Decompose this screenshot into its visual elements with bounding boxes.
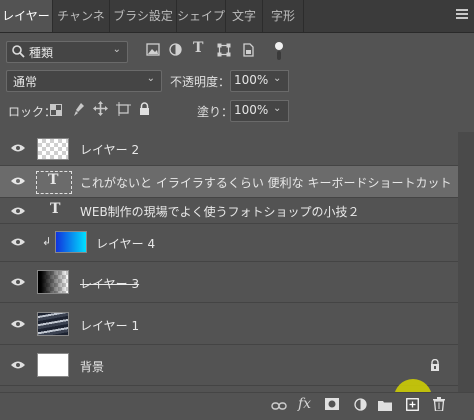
trash-icon[interactable] — [433, 397, 445, 415]
layer-thumbnail — [37, 312, 69, 336]
fx-icon[interactable]: fx — [298, 396, 311, 412]
new-layer-icon[interactable] — [406, 398, 419, 415]
visibility-eye-icon[interactable] — [11, 278, 25, 286]
fill-dropdown[interactable]: ⌄ — [268, 100, 289, 122]
lock-brush-icon[interactable] — [73, 102, 85, 120]
visibility-eye-icon[interactable] — [11, 320, 25, 328]
layer-name[interactable]: レイヤー 4 — [96, 235, 155, 252]
layer-name[interactable]: これがないと イライラするくらい 便利な キーボードショートカット — [80, 174, 451, 191]
visibility-eye-icon[interactable] — [11, 207, 25, 215]
lock-label: ロック： — [8, 105, 57, 119]
tab-shapes[interactable]: シェイプ — [177, 0, 226, 32]
layer-thumbnail — [37, 353, 69, 377]
layers-bottom-toolbar: fx — [0, 392, 474, 420]
tab-character[interactable]: 文字 — [226, 0, 263, 32]
filter-kind-value: 種類 — [29, 46, 54, 60]
clipping-mask-icon: ↲ — [42, 235, 52, 248]
filter-kind-select[interactable]: 種類 ⌄ — [6, 41, 128, 63]
layer-thumbnail — [37, 270, 69, 294]
layer-row-background[interactable]: 背景 — [0, 345, 458, 386]
layer-row-layer4[interactable]: ↲ レイヤー 4 — [0, 224, 458, 262]
lock-all-icon[interactable] — [139, 102, 150, 118]
shape-filter-icon[interactable] — [217, 43, 231, 61]
lock-transparent-icon[interactable] — [50, 104, 62, 119]
visibility-eye-icon[interactable] — [11, 144, 25, 152]
visibility-eye-icon[interactable] — [11, 177, 25, 185]
group-icon[interactable] — [378, 399, 392, 415]
layers-list: レイヤー 2 T これがないと イライラするくらい 便利な キーボードショートカ… — [0, 132, 458, 392]
layer-name[interactable]: レイヤー 2 — [80, 141, 139, 158]
layer-thumbnail — [37, 138, 69, 160]
blend-mode-value: 通常 — [13, 75, 38, 89]
lock-move-icon[interactable] — [93, 101, 108, 119]
image-filter-icon[interactable] — [146, 43, 160, 60]
panel-menu-icon[interactable] — [456, 9, 468, 21]
fill-label: 塗り： — [197, 105, 234, 119]
layer-row-layer1[interactable]: レイヤー 1 — [0, 303, 458, 345]
tab-channels[interactable]: チャンネル — [53, 0, 110, 55]
type-icon: T — [50, 201, 61, 217]
fill-input[interactable]: 100% — [230, 100, 270, 122]
blend-mode-select[interactable]: 通常 ⌄ — [6, 70, 162, 92]
chevron-down-icon: ⌄ — [146, 73, 155, 84]
smart-object-filter-icon[interactable] — [242, 43, 255, 61]
adjustment-filter-icon[interactable] — [169, 43, 182, 60]
layer-name[interactable]: レイヤー 3 — [80, 275, 139, 292]
tab-brush-settings[interactable]: ブラシ設定 — [110, 0, 177, 32]
layer-row-layer3[interactable]: レイヤー 3 — [0, 262, 458, 303]
adjustment-icon[interactable] — [354, 398, 367, 415]
type-icon: T — [48, 172, 59, 188]
opacity-input[interactable]: 100% — [230, 70, 270, 92]
visibility-eye-icon[interactable] — [11, 361, 25, 369]
layer-name[interactable]: WEB制作の現場でよく使うフォトショップの小技２ — [80, 203, 359, 220]
search-icon — [11, 44, 25, 61]
opacity-dropdown[interactable]: ⌄ — [268, 70, 289, 92]
link-icon[interactable] — [271, 399, 287, 415]
toggle-filter-icon[interactable] — [274, 41, 284, 64]
chevron-down-icon: ⌄ — [273, 103, 282, 114]
lock-icon — [430, 358, 440, 374]
layer-name[interactable]: レイヤー 1 — [80, 317, 139, 334]
lock-artboard-icon[interactable] — [116, 102, 131, 119]
layer-row-text-tips[interactable]: T WEB制作の現場でよく使うフォトショップの小技２ — [0, 198, 458, 224]
type-filter-icon[interactable]: T — [193, 40, 203, 56]
tab-layers[interactable]: レイヤー — [0, 0, 53, 32]
chevron-down-icon: ⌄ — [112, 44, 121, 55]
chevron-down-icon: ⌄ — [273, 73, 282, 84]
layers-scrollbar[interactable] — [458, 132, 474, 392]
layer-row-layer2[interactable]: レイヤー 2 — [0, 132, 458, 166]
tab-glyphs[interactable]: 字形 — [263, 0, 304, 32]
opacity-label: 不透明度： — [170, 75, 231, 89]
panel-tab-bar: レイヤー チャンネル パス ブラシ設定 シェイプ 文字 字形 — [0, 0, 474, 55]
opacity-value: 100% — [234, 73, 269, 87]
layer-name[interactable]: 背景 — [80, 358, 104, 375]
visibility-eye-icon[interactable] — [11, 238, 25, 246]
layer-thumbnail — [55, 231, 87, 253]
fill-value: 100% — [234, 103, 269, 117]
layer-row-text-shortcut[interactable]: T これがないと イライラするくらい 便利な キーボードショートカット — [0, 166, 458, 198]
mask-icon[interactable] — [325, 398, 339, 414]
